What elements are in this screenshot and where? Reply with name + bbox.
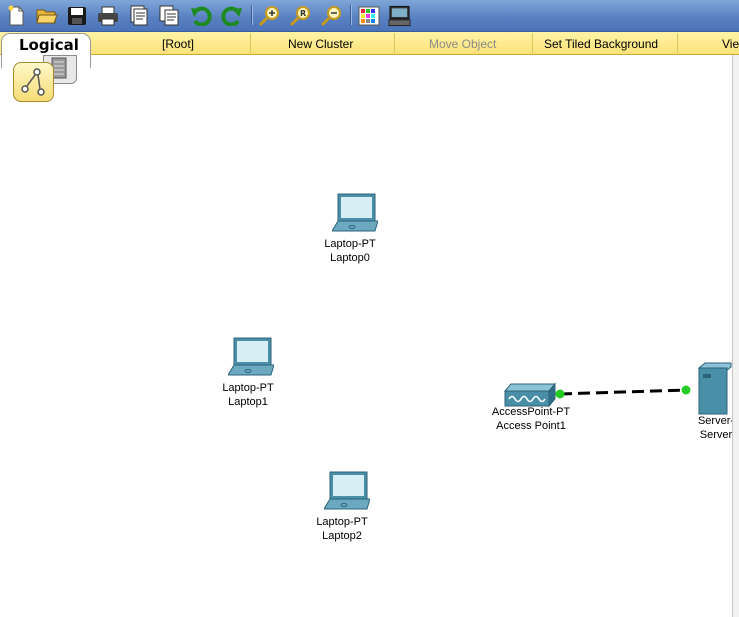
device-name: Access Point1 <box>496 420 566 432</box>
zoom-out-icon[interactable] <box>319 4 342 27</box>
device-name: Laptop0 <box>330 252 370 264</box>
server-icon <box>697 362 732 415</box>
palette-icon[interactable] <box>357 4 380 27</box>
open-icon[interactable] <box>35 4 58 27</box>
device-name: Laptop2 <box>322 530 362 542</box>
save-icon[interactable] <box>65 4 88 27</box>
logical-bar-separator <box>677 33 678 53</box>
activity-wizard-icon[interactable] <box>127 4 150 27</box>
device-name: Server <box>699 429 733 441</box>
root-button[interactable]: [Root] <box>162 36 194 52</box>
logical-tab-label: Logical <box>19 36 79 54</box>
new-icon[interactable] <box>4 4 27 27</box>
access-point1-label: AccessPoint-PT Access Point1 <box>461 405 601 433</box>
laptop0-device[interactable] <box>331 193 379 237</box>
new-cluster-button[interactable]: New Cluster <box>288 36 353 52</box>
main-toolbar: R <box>0 0 739 32</box>
toolbar-separator <box>350 5 351 25</box>
laptop1-device[interactable] <box>227 337 275 381</box>
custom-device-icon[interactable] <box>388 4 411 27</box>
device-model: Laptop-PT <box>222 382 274 394</box>
undo-icon[interactable] <box>189 4 212 27</box>
laptop-icon <box>227 337 275 376</box>
device-model: Laptop-PT <box>324 238 376 250</box>
device-model: AccessPoint-PT <box>491 406 571 418</box>
device-model: Server- <box>697 415 735 427</box>
viewport-button[interactable]: Vie <box>722 36 739 52</box>
vertical-scrollbar[interactable] <box>732 55 739 617</box>
server-label: Server- Server <box>646 414 739 442</box>
laptop2-device[interactable] <box>323 471 371 515</box>
laptop1-label: Laptop-PT Laptop1 <box>178 381 318 409</box>
set-tiled-background-button[interactable]: Set Tiled Background <box>544 36 658 52</box>
laptop-icon <box>323 471 371 510</box>
toolbar-separator <box>251 5 252 25</box>
laptop-icon <box>331 193 379 232</box>
logical-bar-separator <box>250 33 251 53</box>
svg-text:R: R <box>300 9 306 18</box>
device-model: Laptop-PT <box>316 516 368 528</box>
zoom-in-icon[interactable] <box>257 4 280 27</box>
device-name: Laptop1 <box>228 396 268 408</box>
server-device[interactable] <box>697 362 732 420</box>
zoom-reset-icon[interactable]: R <box>288 4 311 27</box>
move-object-button[interactable]: Move Object <box>429 36 496 52</box>
copy-icon[interactable] <box>158 4 181 27</box>
logical-bar-separator <box>394 33 395 53</box>
logical-bar-separator <box>532 33 533 53</box>
redo-icon[interactable] <box>220 4 243 27</box>
print-icon[interactable] <box>96 4 119 27</box>
laptop2-label: Laptop-PT Laptop2 <box>272 515 412 543</box>
laptop0-label: Laptop-PT Laptop0 <box>280 237 420 265</box>
